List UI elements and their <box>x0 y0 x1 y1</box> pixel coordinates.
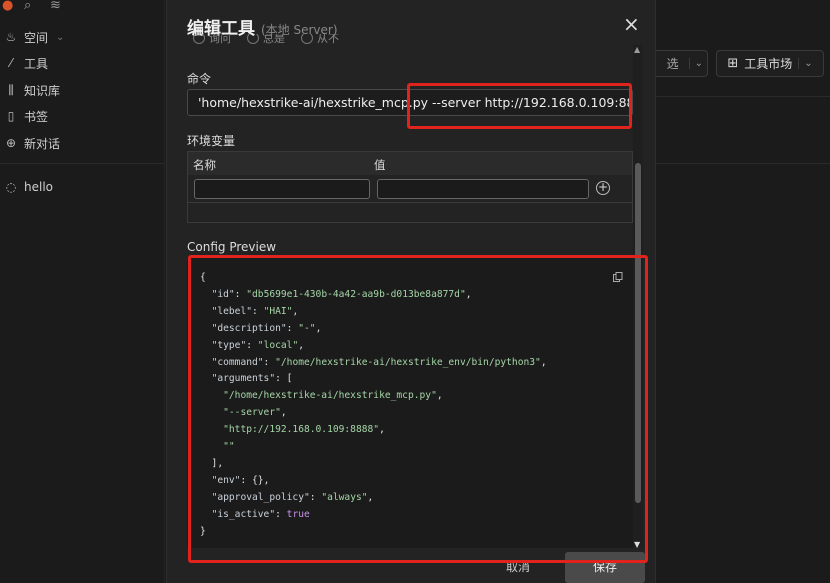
sidebar-item-knowledge[interactable]: ⫼ 知识库 <box>4 81 60 99</box>
fire-icon: ♨ <box>5 30 17 44</box>
radio-never[interactable]: 从不 <box>301 34 339 48</box>
sidebar-item-tools[interactable]: ⁄ 工具 <box>4 54 48 72</box>
sidebar: ● ⌕ ≋ ♨ 空间 ⌄ ⁄ 工具 ⫼ 知识库 ▯ 书签 ⊕ 新对话 ◌ hel… <box>0 0 165 583</box>
history-item-label: hello <box>24 180 53 194</box>
content-divider <box>640 163 830 164</box>
store-icon: ⊞ <box>727 56 739 71</box>
tool-market-button[interactable]: ⊞ 工具市场 ⌄ <box>716 50 824 77</box>
plus-circle-icon: ⊕ <box>5 136 17 150</box>
radio-always[interactable]: 总是 <box>247 34 285 48</box>
close-icon[interactable]: × <box>623 14 640 34</box>
header-divider <box>640 96 830 97</box>
approval-radio-group: 询问 总是 从不 <box>193 34 339 48</box>
library-icon: ⫼ <box>8 82 14 97</box>
chevron-down-icon: ⌄ <box>56 31 65 43</box>
chevron-down-icon: ⌄ <box>688 58 703 69</box>
radio-icon[interactable] <box>301 34 313 44</box>
sidebar-divider <box>0 163 165 164</box>
radio-label: 从不 <box>317 34 339 45</box>
add-circle-icon[interactable]: + <box>596 181 610 195</box>
scroll-up-icon[interactable]: ▲ <box>634 45 640 54</box>
sidebar-item-label: 空间 <box>24 30 49 45</box>
sidebar-item-new-chat[interactable]: ⊕ 新对话 <box>4 134 60 152</box>
history-item[interactable]: ◌ hello <box>4 178 53 196</box>
highlight-box-config-preview <box>188 255 648 563</box>
env-column-name: 名称 <box>193 158 216 172</box>
sidebar-item-label: 书签 <box>24 109 49 124</box>
sidebar-top-icons: ● ⌕ ≋ <box>0 0 165 16</box>
radio-label: 总是 <box>263 34 285 45</box>
main-area-right <box>640 0 830 583</box>
sidebar-item-label: 工具 <box>24 56 49 71</box>
select-button-label: 选 <box>666 57 679 71</box>
radio-label: 询问 <box>209 34 231 45</box>
chevron-down-icon[interactable]: ⌄ <box>798 58 813 69</box>
chat-bubble-icon: ◌ <box>5 180 17 194</box>
sidebar-item-label: 新对话 <box>24 136 61 151</box>
highlight-box-command-args <box>407 83 632 129</box>
sidebar-item-label: 知识库 <box>24 83 61 98</box>
radio-icon[interactable] <box>247 34 259 44</box>
env-table-header: 名称 值 <box>188 152 632 175</box>
env-label: 环境变量 <box>187 134 236 148</box>
app-logo-icon: ● <box>2 0 14 13</box>
search-icon[interactable]: ⌕ <box>24 0 31 13</box>
sidebar-item-bookmarks[interactable]: ▯ 书签 <box>4 107 48 125</box>
env-name-input[interactable] <box>194 179 370 199</box>
wand-icon: ⁄ <box>9 56 12 70</box>
env-column-value: 值 <box>374 158 386 172</box>
env-table-divider <box>188 202 632 203</box>
config-preview-label: Config Preview <box>187 240 277 254</box>
radio-ask[interactable]: 询问 <box>193 34 231 48</box>
tool-market-label: 工具市场 <box>744 57 793 71</box>
env-table: 名称 值 + <box>187 151 633 223</box>
radio-icon[interactable] <box>193 34 205 44</box>
command-label: 命令 <box>187 72 212 86</box>
sidebar-item-space[interactable]: ♨ 空间 ⌄ <box>4 28 65 46</box>
env-value-input[interactable] <box>377 179 589 199</box>
wifi-icon: ≋ <box>50 0 61 13</box>
env-row: + <box>188 179 632 201</box>
bookmark-icon: ▯ <box>7 109 15 123</box>
